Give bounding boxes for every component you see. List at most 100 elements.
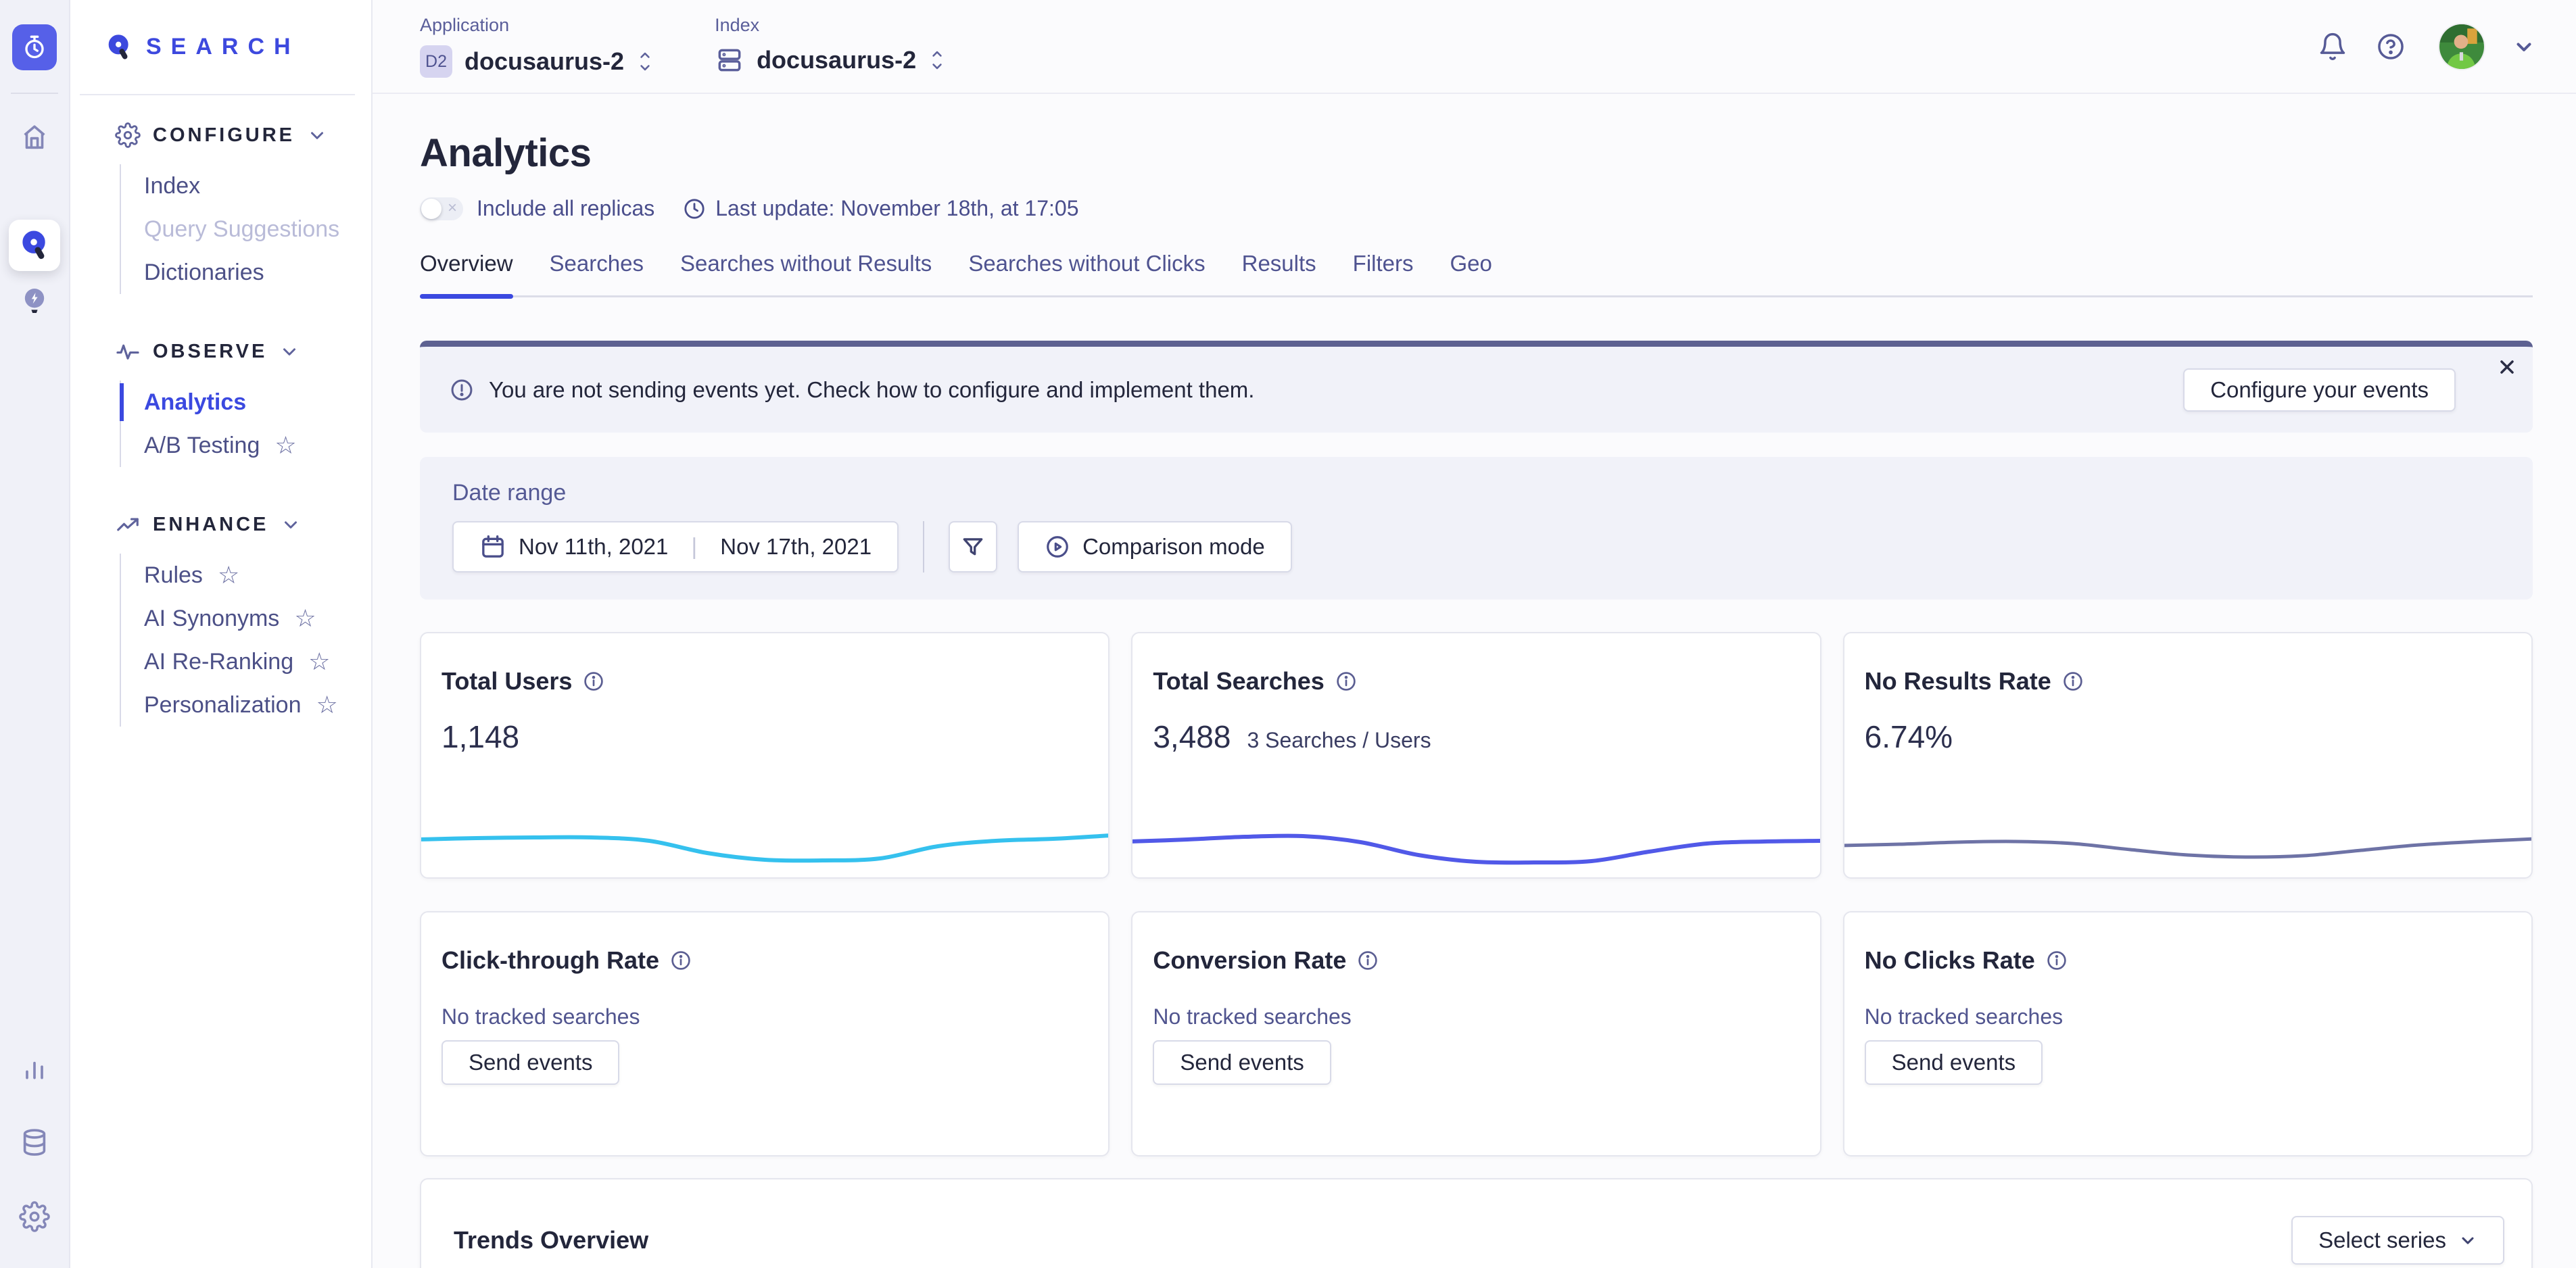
tab-geo[interactable]: Geo <box>1450 251 1492 295</box>
empty-state-text: No tracked searches <box>1865 1004 2511 1029</box>
tab-overview[interactable]: Overview <box>420 251 513 295</box>
card-title: No Results Rate <box>1865 667 2051 696</box>
date-range-label: Date range <box>452 480 2500 506</box>
chevron-down-icon <box>279 341 300 362</box>
bar-chart-icon[interactable] <box>10 1044 59 1092</box>
sidebar-item-label: Analytics <box>144 389 246 416</box>
info-icon[interactable] <box>1357 950 1379 971</box>
content: Analytics × Include all replicas Last up… <box>373 94 2576 1268</box>
tab-results[interactable]: Results <box>1242 251 1316 295</box>
sidebar-item-dictionaries[interactable]: Dictionaries <box>144 251 371 294</box>
card-value: 3,488 <box>1153 718 1231 755</box>
chevron-down-icon <box>2458 1231 2477 1250</box>
conversion-rate-card: Conversion Rate No tracked searches Send… <box>1131 911 1821 1156</box>
sidebar-item-rules[interactable]: Rules ☆ <box>144 554 371 597</box>
star-icon[interactable]: ☆ <box>275 433 296 458</box>
date-range-separator: | <box>680 534 708 560</box>
help-icon[interactable] <box>2376 32 2406 62</box>
funnel-icon <box>960 534 986 560</box>
configure-events-button[interactable]: Configure your events <box>2183 368 2456 412</box>
sidebar-item-label: AI Re-Ranking <box>144 649 293 675</box>
recommend-lightbulb-icon[interactable] <box>10 276 59 325</box>
chevron-down-icon <box>307 125 327 145</box>
section-label: OBSERVE <box>153 341 267 363</box>
send-events-button[interactable]: Send events <box>1153 1040 1331 1085</box>
no-results-rate-card: No Results Rate 6.74% <box>1843 632 2533 879</box>
tab-searches[interactable]: Searches <box>550 251 644 295</box>
nav-section-enhance: ENHANCE Rules ☆ AI Synonyms ☆ AI Re-Rank… <box>115 512 371 727</box>
notifications-bell-icon[interactable] <box>2318 32 2347 62</box>
clock-icon <box>683 197 706 220</box>
topbar: Application D2 docusaurus-2 Index docu <box>373 0 2576 94</box>
sidebar-item-analytics[interactable]: Analytics <box>144 381 371 424</box>
stopwatch-app-icon[interactable] <box>12 24 57 70</box>
sidebar-item-ab-testing[interactable]: A/B Testing ☆ <box>144 424 371 467</box>
star-icon[interactable]: ☆ <box>308 650 330 674</box>
select-stepper-icon[interactable] <box>636 48 654 75</box>
include-replicas-toggle[interactable]: × <box>420 197 463 220</box>
card-title: Total Users <box>442 667 572 696</box>
date-end: Nov 17th, 2021 <box>720 534 872 560</box>
date-filter-panel: Date range Nov 11th, 2021 | Nov 17th, 20… <box>420 457 2533 600</box>
main-area: Application D2 docusaurus-2 Index docu <box>373 0 2576 1268</box>
gear-icon <box>115 122 141 148</box>
info-icon[interactable] <box>670 950 692 971</box>
comparison-mode-button[interactable]: Comparison mode <box>1018 521 1292 572</box>
rail-settings-gear-icon[interactable] <box>10 1192 59 1241</box>
user-avatar[interactable] <box>2439 24 2484 69</box>
star-icon[interactable]: ☆ <box>294 606 316 631</box>
trending-up-icon <box>115 512 141 537</box>
info-icon[interactable] <box>583 670 604 692</box>
date-start: Nov 11th, 2021 <box>519 534 668 560</box>
sidebar-item-label: Rules <box>144 562 203 589</box>
tab-searches-without-results[interactable]: Searches without Results <box>680 251 932 295</box>
sidebar-item-ai-re-ranking[interactable]: AI Re-Ranking ☆ <box>144 640 371 683</box>
star-icon[interactable]: ☆ <box>218 563 239 587</box>
home-icon[interactable] <box>10 113 59 162</box>
banner-close-icon[interactable] <box>2496 356 2518 378</box>
sidebar-item-label: Personalization <box>144 692 301 718</box>
info-icon[interactable] <box>1335 670 1357 692</box>
index-value: docusaurus-2 <box>757 46 916 74</box>
sidebar-item-label: A/B Testing <box>144 433 260 459</box>
search-logo[interactable]: SEARCH <box>70 0 371 94</box>
search-product-icon[interactable] <box>9 220 60 271</box>
include-replicas-label: Include all replicas <box>477 196 654 221</box>
send-events-button[interactable]: Send events <box>442 1040 619 1085</box>
tab-searches-without-clicks[interactable]: Searches without Clicks <box>968 251 1205 295</box>
select-stepper-icon[interactable] <box>928 47 946 74</box>
sidebar-item-ai-synonyms[interactable]: AI Synonyms ☆ <box>144 597 371 640</box>
filter-funnel-button[interactable] <box>949 521 997 572</box>
info-icon[interactable] <box>2046 950 2068 971</box>
trends-overview-card: Trends Overview Select series <box>420 1178 2533 1268</box>
application-selector-group: Application D2 docusaurus-2 <box>420 0 654 93</box>
date-range-picker[interactable]: Nov 11th, 2021 | Nov 17th, 2021 <box>452 521 899 572</box>
configure-section-header[interactable]: CONFIGURE <box>115 122 371 148</box>
app-root: SEARCH CONFIGURE Index <box>0 0 2576 1268</box>
database-icon[interactable] <box>10 1118 59 1167</box>
account-chevron-down-icon[interactable] <box>2512 35 2535 58</box>
enhance-section-header[interactable]: ENHANCE <box>115 512 371 537</box>
send-events-button[interactable]: Send events <box>1865 1040 2043 1085</box>
total-searches-sparkline <box>1131 825 1821 872</box>
tab-filters[interactable]: Filters <box>1353 251 1414 295</box>
no-clicks-rate-card: No Clicks Rate No tracked searches Send … <box>1843 911 2533 1156</box>
index-selector[interactable]: docusaurus-2 <box>715 45 946 75</box>
sidebar-item-label: Query Suggestions <box>144 216 339 243</box>
sidebar-item-personalization[interactable]: Personalization ☆ <box>144 683 371 727</box>
select-series-button[interactable]: Select series <box>2291 1216 2504 1265</box>
sidebar-item-index[interactable]: Index <box>144 164 371 208</box>
card-title: Conversion Rate <box>1153 946 1346 975</box>
index-selector-group: Index docusaurus-2 <box>715 0 946 93</box>
observe-section-header[interactable]: OBSERVE <box>115 339 371 364</box>
application-selector[interactable]: D2 docusaurus-2 <box>420 45 654 78</box>
card-value-suffix: 3 Searches / Users <box>1247 728 1431 753</box>
sidebar-item-query-suggestions[interactable]: Query Suggestions <box>144 208 371 251</box>
icon-rail <box>0 0 70 1268</box>
calendar-icon <box>479 533 506 560</box>
events-banner: You are not sending events yet. Check ho… <box>420 341 2533 433</box>
event-cards-row: Click-through Rate No tracked searches S… <box>420 911 2533 1156</box>
star-icon[interactable]: ☆ <box>316 693 337 717</box>
play-circle-icon <box>1045 534 1070 560</box>
info-icon[interactable] <box>2062 670 2084 692</box>
